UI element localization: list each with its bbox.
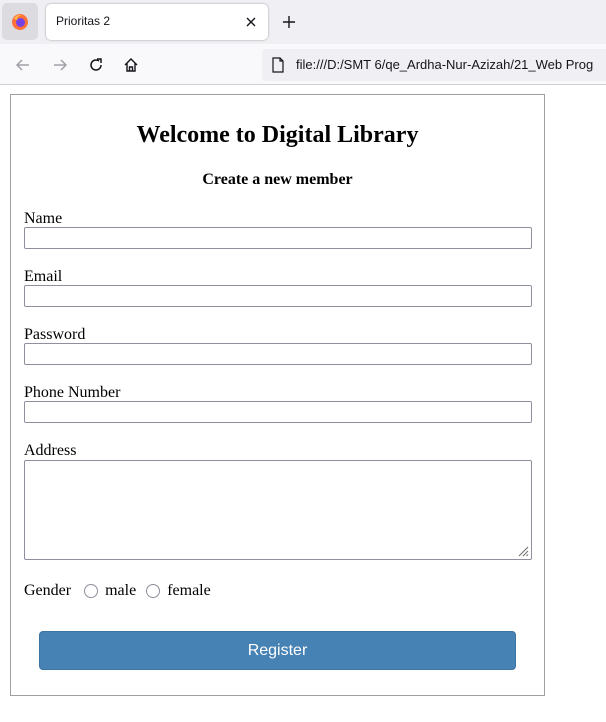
url-text: file:///D:/SMT 6/qe_Ardha-Nur-Azizah/21_… — [296, 57, 594, 72]
forward-button[interactable] — [49, 54, 71, 76]
forward-arrow-icon — [54, 59, 68, 71]
page-icon — [272, 57, 284, 73]
email-input[interactable] — [24, 285, 532, 307]
gender-option-female[interactable]: female — [146, 582, 211, 600]
phone-input[interactable] — [24, 401, 532, 423]
male-radio-label: male — [105, 582, 137, 599]
back-button[interactable] — [12, 54, 34, 76]
address-label: Address — [24, 442, 77, 459]
page-title: Welcome to Digital Library — [136, 122, 419, 148]
firefox-menu-button[interactable] — [2, 3, 38, 40]
form-subtitle: Create a new member — [202, 171, 353, 188]
female-radio-label: female — [167, 582, 211, 599]
registration-form: Welcome to Digital Library Create a new … — [10, 94, 545, 696]
password-label: Password — [24, 326, 86, 343]
close-icon — [246, 17, 256, 27]
tab-title: Prioritas 2 — [56, 14, 111, 28]
home-icon — [124, 58, 138, 72]
back-arrow-icon — [15, 59, 29, 71]
browser-tab-bar: Prioritas 2 — [0, 0, 606, 44]
gender-label: Gender — [24, 582, 72, 599]
register-button[interactable]: Register — [39, 631, 516, 670]
browser-nav-bar: file:///D:/SMT 6/qe_Ardha-Nur-Azizah/21_… — [0, 44, 606, 85]
tab-close-button[interactable] — [242, 13, 260, 31]
reload-icon — [90, 58, 102, 71]
new-tab-button[interactable] — [279, 12, 299, 32]
female-radio[interactable] — [146, 584, 161, 598]
address-textarea[interactable] — [24, 460, 532, 560]
home-button[interactable] — [120, 54, 142, 76]
firefox-icon — [12, 13, 28, 30]
gender-group: Gender male female — [24, 581, 211, 601]
password-input[interactable] — [24, 343, 532, 365]
url-bar[interactable]: file:///D:/SMT 6/qe_Ardha-Nur-Azizah/21_… — [262, 49, 606, 81]
name-label: Name — [24, 210, 63, 227]
male-radio[interactable] — [84, 584, 99, 598]
gender-option-male[interactable]: male — [84, 582, 136, 600]
browser-tab[interactable]: Prioritas 2 — [46, 4, 268, 40]
name-input[interactable] — [24, 227, 532, 249]
phone-label: Phone Number — [24, 384, 121, 401]
resize-grip-icon[interactable] — [517, 545, 529, 557]
email-label: Email — [24, 268, 63, 285]
plus-icon — [283, 16, 295, 28]
reload-button[interactable] — [85, 54, 107, 76]
